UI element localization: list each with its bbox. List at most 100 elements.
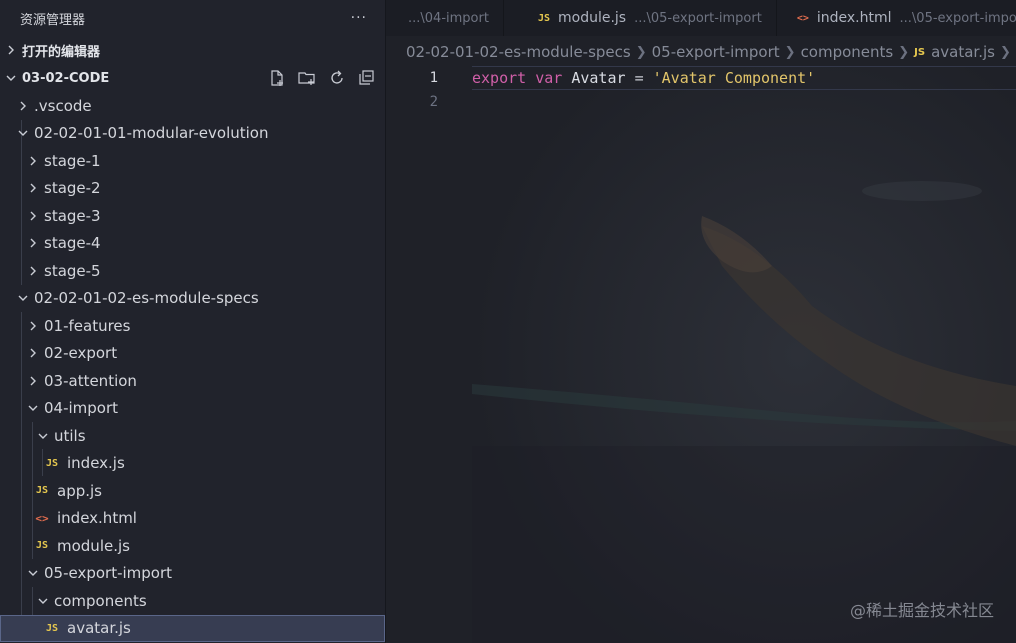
tree-item-05-export-import[interactable]: 05-export-import <box>0 560 385 588</box>
tab-label: index.html <box>816 10 892 26</box>
code-line-1[interactable]: export var Avatar = 'Avatar Component' <box>472 66 1016 90</box>
tree-item-01-features[interactable]: 01-features <box>0 312 385 340</box>
chevron-right-icon <box>26 209 40 223</box>
tree-item-label: 02-export <box>44 344 118 363</box>
tree-item-stage-1[interactable]: stage-1 <box>0 147 385 175</box>
chevron-right-icon: ❯ <box>898 44 910 60</box>
html-file-icon: <> <box>35 511 49 525</box>
code-editor[interactable]: 1 2 export var Avatar = 'Avatar Componen… <box>386 66 1016 643</box>
js-file-icon: JS <box>45 457 59 469</box>
breadcrumb-file[interactable]: avatar.js <box>931 43 995 61</box>
tree-item-label: stage-3 <box>44 206 101 225</box>
tree-item-stage-5[interactable]: stage-5 <box>0 257 385 285</box>
chevron-down-icon <box>4 71 18 85</box>
tree-item-index-html[interactable]: <> index.html <box>0 505 385 533</box>
collapse-all-icon[interactable] <box>357 68 377 88</box>
tree-item-label: index.html <box>57 509 137 528</box>
line-number: 2 <box>429 94 438 110</box>
tree-item-03-attention[interactable]: 03-attention <box>0 367 385 395</box>
chevron-right-icon <box>26 181 40 195</box>
tree-item-label: app.js <box>57 481 102 500</box>
tab-description: ...\05-export-import <box>899 10 1016 26</box>
tree-item-vscode[interactable]: .vscode <box>0 92 385 120</box>
chevron-right-icon <box>26 374 40 388</box>
tree-item-module-js[interactable]: JS module.js <box>0 532 385 560</box>
tree-item-label: components <box>54 591 147 610</box>
workspace-label: 03-02-CODE <box>22 70 110 86</box>
chevron-down-icon <box>36 429 50 443</box>
editor-tabbar: ...\04-import JS module.js ...\05-export… <box>386 0 1016 36</box>
chevron-right-icon: ❯ <box>635 44 647 60</box>
js-file-icon: JS <box>914 46 926 58</box>
line-number-gutter <box>386 66 472 643</box>
tree-item-app-js[interactable]: JS app.js <box>0 477 385 505</box>
tab-description: ...\04-import <box>408 10 489 26</box>
tree-item-label: .vscode <box>34 96 92 115</box>
open-editors-label: 打开的编辑器 <box>22 44 101 60</box>
breadcrumb-item[interactable]: 05-export-import <box>652 43 780 61</box>
tree-item-label: index.js <box>67 454 125 473</box>
tab-description: ...\05-export-import <box>634 10 762 26</box>
breadcrumb-item[interactable]: components <box>801 43 894 61</box>
tree-item-label: 03-attention <box>44 371 137 390</box>
open-editors-section[interactable]: 打开的编辑器 <box>0 36 385 64</box>
tree-item-label: 01-features <box>44 316 131 335</box>
chevron-right-icon <box>26 154 40 168</box>
html-file-icon: <> <box>796 12 809 24</box>
tree-item-label: stage-2 <box>44 179 101 198</box>
tree-item-stage-2[interactable]: stage-2 <box>0 175 385 203</box>
more-actions-icon[interactable]: ··· <box>351 10 367 26</box>
chevron-right-icon <box>26 236 40 250</box>
js-file-icon: JS <box>35 540 49 552</box>
chevron-down-icon <box>36 594 50 608</box>
tree-item-es-module-specs[interactable]: 02-02-01-02-es-module-specs <box>0 285 385 313</box>
js-file-icon: JS <box>537 12 550 24</box>
chevron-down-icon <box>16 291 30 305</box>
refresh-icon[interactable] <box>327 68 347 88</box>
tree-item-label: stage-5 <box>44 261 101 280</box>
tree-item-label: stage-4 <box>44 234 101 253</box>
tree-item-modular-evolution[interactable]: 02-02-01-01-modular-evolution <box>0 120 385 148</box>
editor-background-image <box>472 66 1016 643</box>
tree-item-04-import[interactable]: 04-import <box>0 395 385 423</box>
chevron-right-icon <box>4 43 18 57</box>
chevron-right-icon: ❯ <box>999 44 1011 60</box>
chevron-right-icon <box>26 346 40 360</box>
watermark-text: @稀土掘金技术社区 <box>849 601 994 620</box>
js-file-icon: JS <box>45 622 59 634</box>
tab-label: module.js <box>557 10 627 26</box>
breadcrumb-item[interactable]: 02-02-01-02-es-module-specs <box>406 43 631 61</box>
tree-item-utils[interactable]: utils <box>0 422 385 450</box>
breadcrumb: 02-02-01-02-es-module-specs ❯ 05-export-… <box>386 38 1016 66</box>
tree-item-label: stage-1 <box>44 151 101 170</box>
code-line-2[interactable] <box>472 90 1016 114</box>
chevron-right-icon <box>26 319 40 333</box>
operator-token: = <box>634 69 644 87</box>
chevron-right-icon: ❯ <box>784 44 796 60</box>
keyword-token: export <box>472 69 527 87</box>
file-tree: .vscode 02-02-01-01-modular-evolution st… <box>0 92 385 642</box>
new-file-icon[interactable] <box>267 68 287 88</box>
tree-item-label: module.js <box>57 536 130 555</box>
js-file-icon: JS <box>35 485 49 497</box>
identifier-token: Avatar <box>571 69 626 87</box>
tree-item-label: 05-export-import <box>44 564 173 583</box>
tree-item-avatar-js[interactable]: JS avatar.js <box>0 614 385 642</box>
workspace-section[interactable]: 03-02-CODE <box>0 64 385 92</box>
tree-item-02-export[interactable]: 02-export <box>0 340 385 368</box>
line-number: 1 <box>429 70 438 86</box>
explorer-title: 资源管理器 <box>20 12 86 28</box>
tree-item-utils-index-js[interactable]: JS index.js <box>0 450 385 478</box>
tab-04-import[interactable]: ...\04-import <box>386 0 504 36</box>
tree-item-stage-3[interactable]: stage-3 <box>0 202 385 230</box>
tree-item-label: avatar.js <box>67 619 131 638</box>
explorer-header: 资源管理器 ··· <box>0 0 385 36</box>
tree-item-stage-4[interactable]: stage-4 <box>0 230 385 258</box>
chevron-down-icon <box>26 401 40 415</box>
chevron-down-icon <box>16 126 30 140</box>
tree-item-label: 02-02-01-02-es-module-specs <box>34 289 259 308</box>
tab-module-js[interactable]: JS module.js ...\05-export-import <box>504 0 777 36</box>
tree-item-components[interactable]: components <box>0 587 385 615</box>
new-folder-icon[interactable] <box>297 68 317 88</box>
tab-index-html[interactable]: <> index.html ...\05-export-import <box>777 0 1016 36</box>
